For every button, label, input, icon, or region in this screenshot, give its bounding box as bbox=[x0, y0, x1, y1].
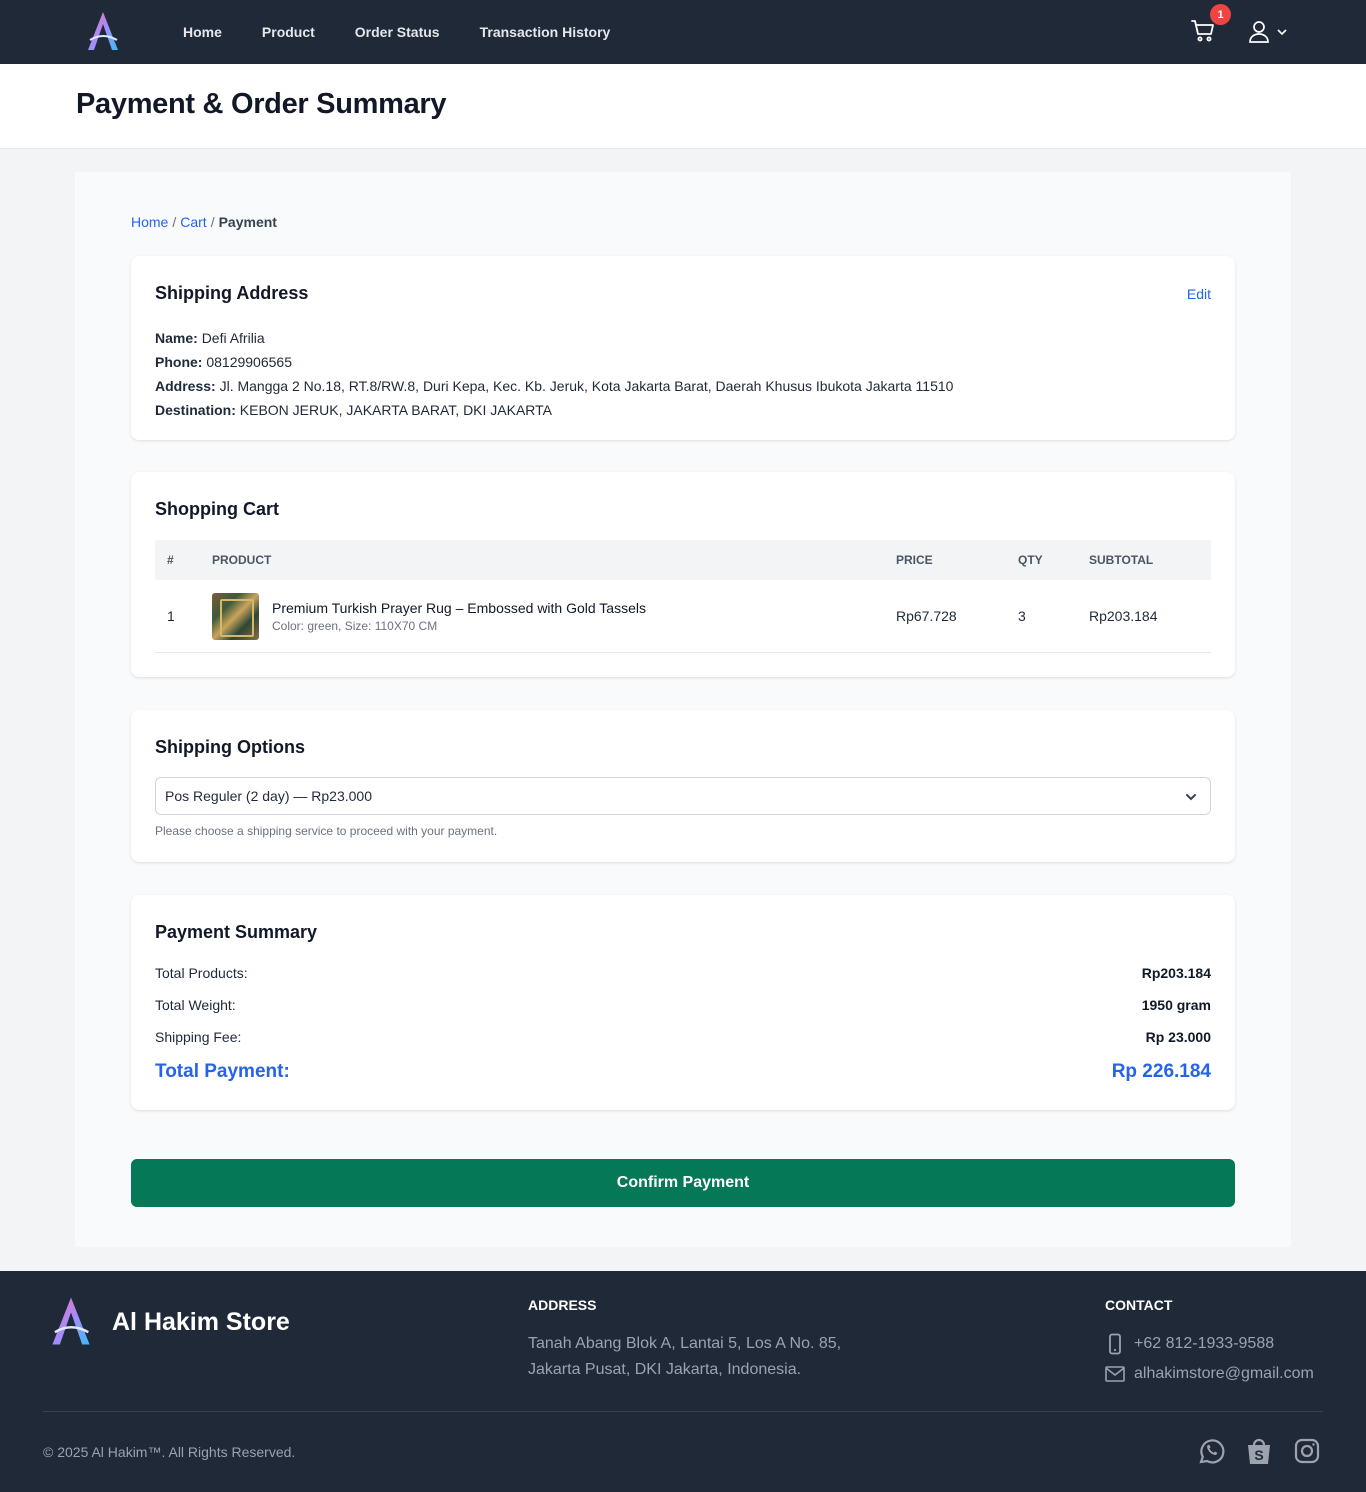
shipping-fee-value: Rp 23.000 bbox=[1145, 1029, 1211, 1045]
footer-phone-text: +62 812-1933-9588 bbox=[1134, 1335, 1275, 1352]
summary-row-total-products: Total Products: Rp203.184 bbox=[155, 965, 1211, 981]
product-price: Rp67.728 bbox=[896, 608, 957, 624]
breadcrumb-separator: / bbox=[172, 214, 177, 230]
shipping-service-select[interactable]: Pos Reguler (2 day) — Rp23.000 bbox=[155, 777, 1211, 815]
page-title: Payment & Order Summary bbox=[76, 88, 447, 120]
column-header-product: PRODUCT bbox=[212, 553, 272, 567]
shipping-address-title: Shipping Address bbox=[155, 283, 309, 303]
phone-label: Phone: bbox=[155, 354, 203, 370]
page-header: Payment & Order Summary bbox=[0, 64, 1366, 149]
mail-icon bbox=[1105, 1366, 1125, 1382]
total-weight-label: Total Weight: bbox=[155, 997, 236, 1013]
recipient-address: Jl. Mangga 2 No.18, RT.8/RW.8, Duri Kepa… bbox=[219, 378, 954, 394]
column-header-subtotal: SUBTOTAL bbox=[1089, 553, 1154, 567]
product-variant: Color: green, Size: 110X70 CM bbox=[272, 619, 438, 633]
footer-logo bbox=[52, 1297, 90, 1345]
whatsapp-icon[interactable] bbox=[1196, 1436, 1226, 1466]
footer-address-line1: Tanah Abang Blok A, Lantai 5, Los A No. … bbox=[528, 1335, 842, 1352]
footer-copyright: © 2025 Al Hakim™. All Rights Reserved. bbox=[43, 1444, 296, 1460]
recipient-phone: 08129906565 bbox=[206, 354, 292, 370]
product-name[interactable]: Premium Turkish Prayer Rug – Embossed wi… bbox=[272, 600, 646, 616]
chevron-down-icon bbox=[1277, 29, 1287, 36]
total-products-label: Total Products: bbox=[155, 965, 248, 981]
nav-home[interactable]: Home bbox=[183, 24, 222, 40]
footer-phone[interactable]: +62 812-1933-9588 bbox=[1105, 1333, 1274, 1355]
store-logo[interactable] bbox=[84, 10, 122, 52]
total-weight-value: 1950 gram bbox=[1141, 997, 1211, 1013]
row-index: 1 bbox=[167, 608, 175, 624]
main-content: Home / Cart / Payment Shipping Address Edit … bbox=[75, 172, 1291, 1247]
nav-product[interactable]: Product bbox=[262, 24, 315, 40]
shopping-cart-card: Shopping Cart # PRODUCT PRICE QTY SUBTOT… bbox=[131, 472, 1235, 677]
footer-email-text: alhakimstore@gmail.com bbox=[1134, 1365, 1314, 1382]
footer-address-heading: ADDRESS bbox=[528, 1297, 597, 1313]
user-icon bbox=[1249, 21, 1269, 43]
breadcrumb: Home / Cart / Payment bbox=[131, 214, 277, 230]
footer-divider bbox=[43, 1411, 1323, 1412]
nav-order-status[interactable]: Order Status bbox=[355, 24, 440, 40]
footer-address-line2: Jakarta Pusat, DKI Jakarta, Indonesia. bbox=[528, 1361, 802, 1378]
shipping-fee-label: Shipping Fee: bbox=[155, 1029, 242, 1045]
destination-label: Destination: bbox=[155, 402, 236, 418]
total-payment-value: Rp 226.184 bbox=[1111, 1061, 1211, 1082]
table-header: # PRODUCT PRICE QTY SUBTOTAL bbox=[155, 540, 1211, 580]
edit-address-link[interactable]: Edit bbox=[1187, 286, 1211, 302]
payment-summary-card: Payment Summary Total Products: Rp203.18… bbox=[131, 895, 1235, 1110]
summary-row-total-weight: Total Weight: 1950 gram bbox=[155, 997, 1211, 1013]
svg-text:S: S bbox=[1254, 1447, 1263, 1463]
footer: Al Hakim Store ADDRESS Tanah Abang Blok … bbox=[0, 1271, 1366, 1492]
navbar: Home Product Order Status Transaction Hi… bbox=[0, 0, 1366, 64]
instagram-icon[interactable] bbox=[1292, 1436, 1322, 1466]
shipping-help-text: Please choose a shipping service to proc… bbox=[155, 824, 498, 838]
column-header-qty: QTY bbox=[1018, 553, 1043, 567]
breadcrumb-cart[interactable]: Cart bbox=[180, 214, 206, 230]
table-row: 1 Premium Turkish Prayer Rug – Embossed … bbox=[155, 580, 1211, 653]
breadcrumb-separator: / bbox=[210, 214, 215, 230]
total-products-value: Rp203.184 bbox=[1141, 965, 1211, 981]
user-menu-button[interactable] bbox=[1248, 20, 1288, 44]
breadcrumb-home[interactable]: Home bbox=[131, 214, 168, 230]
address-details: Name: Defi Afrilia Phone: 08129906565 Ad… bbox=[155, 326, 953, 422]
shipping-address-card: Shipping Address Edit Name: Defi Afrilia… bbox=[131, 256, 1235, 440]
shopee-icon[interactable]: S bbox=[1244, 1436, 1274, 1466]
recipient-destination: KEBON JERUK, JAKARTA BARAT, DKI JAKARTA bbox=[239, 402, 553, 418]
product-subtotal: Rp203.184 bbox=[1089, 608, 1158, 624]
shipping-service-selected: Pos Reguler (2 day) — Rp23.000 bbox=[165, 788, 372, 804]
summary-row-total-payment: Total Payment: Rp 226.184 bbox=[155, 1061, 1211, 1083]
shipping-options-title: Shipping Options bbox=[155, 737, 305, 757]
footer-contact-heading: CONTACT bbox=[1105, 1297, 1173, 1313]
address-label: Address: bbox=[155, 378, 216, 394]
cart-count-badge: 1 bbox=[1210, 4, 1231, 25]
footer-brand: Al Hakim Store bbox=[112, 1308, 290, 1336]
product-thumbnail[interactable] bbox=[212, 593, 259, 640]
name-label: Name: bbox=[155, 330, 198, 346]
shopping-cart-title: Shopping Cart bbox=[155, 499, 279, 519]
column-header-index: # bbox=[167, 553, 174, 567]
breadcrumb-current: Payment bbox=[218, 214, 277, 230]
cart-table: # PRODUCT PRICE QTY SUBTOTAL 1 Premium T… bbox=[155, 540, 1211, 653]
nav-transaction-history[interactable]: Transaction History bbox=[480, 24, 611, 40]
recipient-name: Defi Afrilia bbox=[201, 330, 265, 346]
footer-email[interactable]: alhakimstore@gmail.com bbox=[1105, 1365, 1314, 1383]
footer-address: Tanah Abang Blok A, Lantai 5, Los A No. … bbox=[528, 1331, 841, 1383]
phone-icon bbox=[1109, 1333, 1121, 1355]
product-qty: 3 bbox=[1018, 608, 1026, 624]
confirm-payment-button[interactable]: Confirm Payment bbox=[131, 1159, 1235, 1207]
chevron-down-icon bbox=[1186, 794, 1196, 801]
column-header-price: PRICE bbox=[896, 553, 933, 567]
shipping-options-card: Shipping Options Pos Reguler (2 day) — R… bbox=[131, 710, 1235, 862]
total-payment-label: Total Payment: bbox=[155, 1061, 290, 1082]
payment-summary-title: Payment Summary bbox=[155, 922, 318, 942]
summary-row-shipping-fee: Shipping Fee: Rp 23.000 bbox=[155, 1029, 1211, 1045]
